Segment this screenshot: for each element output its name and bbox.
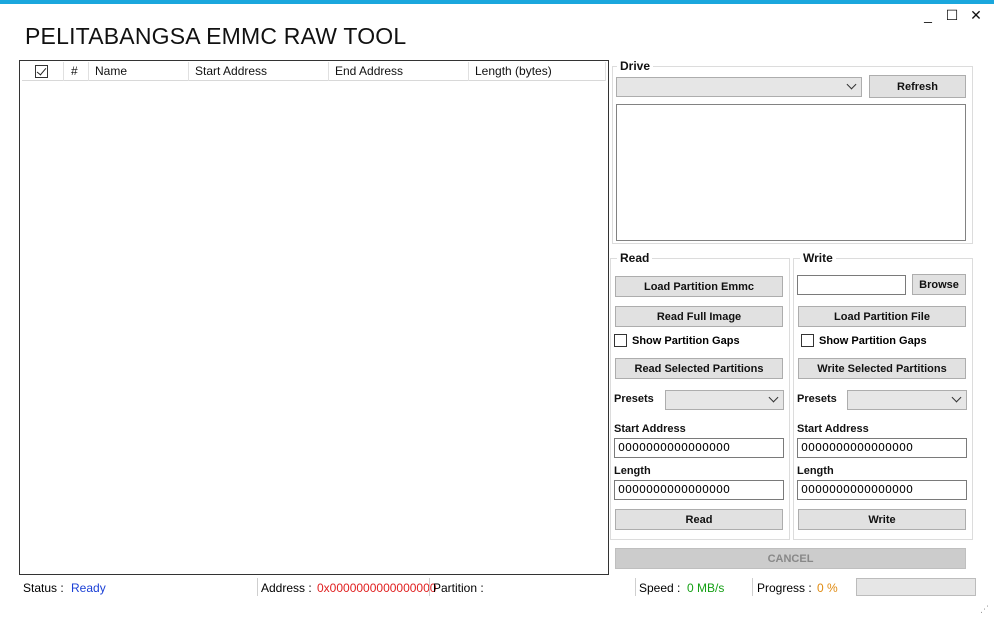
read-length-label: Length <box>614 465 651 477</box>
app-title: PELITABANGSA EMMC RAW TOOL <box>25 23 407 49</box>
read-start-address-label: Start Address <box>614 423 686 435</box>
read-full-image-button[interactable]: Read Full Image <box>615 306 783 327</box>
write-legend: Write <box>800 251 836 265</box>
progress-label: Progress : <box>757 581 812 595</box>
close-button[interactable]: ✕ <box>966 6 986 24</box>
progress-value: 0 % <box>817 581 838 595</box>
status-divider <box>429 578 430 596</box>
write-show-gaps-option[interactable]: Show Partition Gaps <box>801 334 927 347</box>
write-button[interactable]: Write <box>798 509 966 530</box>
address-label: Address : <box>261 581 312 595</box>
minimize-button[interactable]: _ <box>918 6 938 24</box>
drive-legend: Drive <box>617 59 654 73</box>
column-header-end-address[interactable]: End Address <box>329 62 469 81</box>
speed-value: 0 MB/s <box>687 581 725 595</box>
resize-grip-icon[interactable]: ⋰ <box>980 604 990 614</box>
read-length-input[interactable]: 0000000000000000 <box>614 480 784 500</box>
browse-button[interactable]: Browse <box>912 274 966 295</box>
write-show-gaps-label: Show Partition Gaps <box>819 334 927 347</box>
select-all-column[interactable] <box>22 62 64 81</box>
write-length-label: Length <box>797 465 834 477</box>
read-legend: Read <box>617 251 653 265</box>
maximize-button[interactable]: ☐ <box>942 6 962 24</box>
write-presets-label: Presets <box>797 393 837 405</box>
address-value: 0x0000000000000000 <box>317 581 437 595</box>
partition-label: Partition : <box>433 581 484 595</box>
column-header-start-address[interactable]: Start Address <box>189 62 329 81</box>
status-divider <box>752 578 753 596</box>
progress-bar <box>856 578 976 596</box>
column-header-length[interactable]: Length (bytes) <box>469 62 606 81</box>
speed-label: Speed : <box>639 581 681 595</box>
column-header-name[interactable]: Name <box>89 62 189 81</box>
window-accent-bar <box>0 0 994 4</box>
read-button[interactable]: Read <box>615 509 783 530</box>
read-start-address-input[interactable]: 0000000000000000 <box>614 438 784 458</box>
read-presets-label: Presets <box>614 393 654 405</box>
table-header: # Name Start Address End Address Length … <box>22 62 606 81</box>
read-show-gaps-label: Show Partition Gaps <box>632 334 740 347</box>
chevron-down-icon <box>951 392 962 403</box>
chevron-down-icon <box>846 79 857 90</box>
write-start-address-input[interactable]: 0000000000000000 <box>797 438 967 458</box>
read-presets-select[interactable] <box>665 390 784 410</box>
column-header-index[interactable]: # <box>64 62 89 81</box>
write-start-address-label: Start Address <box>797 423 869 435</box>
read-selected-partitions-button[interactable]: Read Selected Partitions <box>615 358 783 379</box>
select-all-checkbox[interactable] <box>35 65 48 78</box>
status-divider <box>635 578 636 596</box>
refresh-button[interactable]: Refresh <box>869 75 966 98</box>
partition-table[interactable]: # Name Start Address End Address Length … <box>19 60 609 575</box>
drive-select[interactable] <box>616 77 862 97</box>
write-length-input[interactable]: 0000000000000000 <box>797 480 967 500</box>
read-show-gaps-checkbox[interactable] <box>614 334 627 347</box>
load-partition-emmc-button[interactable]: Load Partition Emmc <box>615 276 783 297</box>
status-label: Status : <box>23 581 64 595</box>
read-show-gaps-option[interactable]: Show Partition Gaps <box>614 334 740 347</box>
write-presets-select[interactable] <box>847 390 967 410</box>
cancel-button[interactable]: CANCEL <box>615 548 966 569</box>
status-value: Ready <box>71 581 106 595</box>
write-selected-partitions-button[interactable]: Write Selected Partitions <box>798 358 966 379</box>
write-show-gaps-checkbox[interactable] <box>801 334 814 347</box>
chevron-down-icon <box>768 392 779 403</box>
status-divider <box>257 578 258 596</box>
load-partition-file-button[interactable]: Load Partition File <box>798 306 966 327</box>
write-file-path-input[interactable] <box>797 275 906 295</box>
drive-info-list[interactable] <box>616 104 966 241</box>
